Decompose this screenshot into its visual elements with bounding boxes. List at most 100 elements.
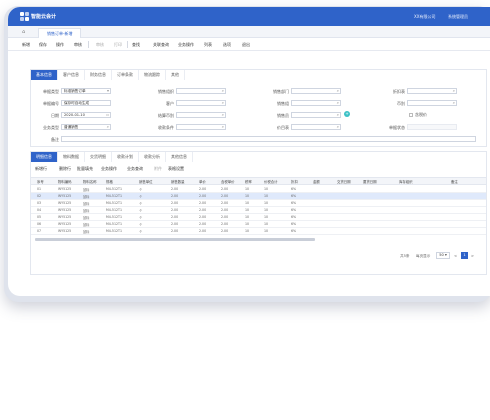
options-button[interactable]: 选项 (223, 42, 231, 48)
col-header[interactable]: 要货日期 (363, 179, 377, 184)
tab-customer-info[interactable]: 客户信息 (58, 70, 85, 80)
cell-spec[interactable]: M4-512T1 (106, 208, 122, 212)
cell-total[interactable]: 10 (264, 194, 268, 198)
cell-row-no[interactable]: 01 (37, 187, 41, 191)
cell-qty[interactable]: 2.00 (171, 201, 178, 205)
cell-qty[interactable]: 2.00 (171, 222, 178, 226)
customer-field[interactable]: ⌕ (176, 100, 226, 106)
cell-material-code[interactable]: WY5125 (58, 229, 71, 233)
user-name[interactable]: 系统管理员 (448, 14, 468, 20)
col-header[interactable]: 税率 (245, 179, 252, 184)
related-query-button[interactable]: 关联查询 (153, 42, 169, 48)
discount-list-field[interactable]: ⌕ (407, 88, 457, 94)
remark-field[interactable] (61, 136, 476, 142)
col-header[interactable]: 备注 (451, 179, 458, 184)
table-row[interactable]: 05 WY5125 鼠标 M4-512T1 个 2.00 2.00 2.00 10 10 6% (31, 214, 486, 221)
table-row[interactable]: 04 WY5125 鼠标 M4-512T1 个 2.00 2.00 2.00 10 10 6% (31, 207, 486, 214)
cell-tax-price[interactable]: 2.00 (221, 201, 228, 205)
bill-type-select[interactable]: 标准销售订单 ▾ (61, 88, 111, 94)
cell-material-code[interactable]: WY5125 (58, 215, 71, 219)
cell-tax-rate[interactable]: 10 (245, 201, 249, 205)
cell-tax-rate[interactable]: 10 (245, 215, 249, 219)
save-button[interactable]: 保存 (39, 42, 47, 48)
cell-qty[interactable]: 2.00 (171, 229, 178, 233)
cell-spec[interactable]: M4-512T1 (106, 194, 122, 198)
cell-unit[interactable]: 个 (139, 222, 142, 227)
business-op-button[interactable]: 业务操作 (101, 166, 117, 172)
cell-material-name[interactable]: 鼠标 (83, 187, 89, 192)
tab-receipt-plan[interactable]: 收款计划 (112, 152, 139, 162)
cell-tax-rate[interactable]: 10 (245, 222, 249, 226)
cell-qty[interactable]: 2.00 (171, 208, 178, 212)
col-header[interactable]: 价税合计 (264, 179, 278, 184)
cell-tax-price[interactable]: 2.00 (221, 208, 228, 212)
cell-tax-price[interactable]: 2.00 (221, 222, 228, 226)
cell-discount[interactable]: 6% (291, 208, 296, 212)
add-icon[interactable]: + (344, 111, 350, 117)
cell-material-name[interactable]: 鼠标 (83, 215, 89, 220)
bill-no-field[interactable]: 保存时自动生成 (61, 100, 111, 106)
list-button[interactable]: 列表 (204, 42, 212, 48)
cell-unit[interactable]: 个 (139, 208, 142, 213)
cell-spec[interactable]: M4-512T1 (106, 229, 122, 233)
cell-discount[interactable]: 6% (291, 215, 296, 219)
col-header[interactable]: 含税单价 (221, 179, 235, 184)
cell-tax-rate[interactable]: 10 (245, 208, 249, 212)
delete-row-button[interactable]: 删除行 (59, 166, 71, 172)
col-header[interactable]: 规格 (106, 179, 113, 184)
exit-button[interactable]: 退出 (242, 42, 250, 48)
date-field[interactable]: 2020-01-10 ▫ (61, 112, 111, 118)
add-row-button[interactable]: 新增行 (35, 166, 47, 172)
col-header[interactable]: 物料编码 (58, 179, 72, 184)
attachment-button[interactable]: 附件 (154, 166, 162, 172)
cell-price[interactable]: 2.00 (199, 215, 206, 219)
sales-dept-field[interactable]: ⌕ (291, 88, 341, 94)
new-button[interactable]: 新增 (22, 42, 30, 48)
grid-settings-button[interactable]: 表格设置 (168, 166, 184, 172)
horizontal-scrollbar[interactable] (35, 238, 315, 241)
cell-material-name[interactable]: 鼠标 (83, 222, 89, 227)
currency-field[interactable]: ⌕ (407, 100, 457, 106)
cell-material-name[interactable]: 鼠标 (83, 201, 89, 206)
cell-tax-rate[interactable]: 10 (245, 229, 249, 233)
cell-total[interactable]: 10 (264, 208, 268, 212)
cell-unit[interactable]: 个 (139, 201, 142, 206)
col-header[interactable]: 库存组织 (399, 179, 413, 184)
cell-material-code[interactable]: WY5125 (58, 187, 71, 191)
cell-material-name[interactable]: 鼠标 (83, 194, 89, 199)
cell-total[interactable]: 10 (264, 229, 268, 233)
col-header[interactable]: 交货日期 (337, 179, 351, 184)
company-name[interactable]: XX有限公司 (414, 14, 435, 20)
tab-basic-info[interactable]: 基本信息 (31, 70, 58, 80)
cell-row-no[interactable]: 05 (37, 215, 41, 219)
cell-tax-price[interactable]: 2.00 (221, 187, 228, 191)
tab-sales-order[interactable]: 销售订单-新增 (38, 28, 82, 38)
find-button[interactable]: 查找 (132, 42, 140, 48)
biz-type-field[interactable]: 普通销售 ⌕ (61, 124, 111, 130)
tab-order-terms[interactable]: 订单条款 (112, 70, 139, 80)
sales-group-field[interactable]: ⌕ (291, 100, 341, 106)
cell-discount[interactable]: 6% (291, 222, 296, 226)
cell-material-name[interactable]: 鼠标 (83, 229, 89, 234)
cell-total[interactable]: 10 (264, 201, 268, 205)
prev-page-icon[interactable]: < (454, 254, 457, 258)
business-query-button[interactable]: 业务查询 (127, 166, 143, 172)
audit-button[interactable]: 审核 (74, 42, 82, 48)
cell-row-no[interactable]: 02 (37, 194, 41, 198)
cell-total[interactable]: 10 (264, 222, 268, 226)
cell-spec[interactable]: M4-512T1 (106, 201, 122, 205)
cell-price[interactable]: 2.00 (199, 208, 206, 212)
home-icon[interactable]: ⌂ (22, 29, 25, 35)
cell-spec[interactable]: M4-512T1 (106, 222, 122, 226)
current-page[interactable]: 1 (461, 252, 468, 259)
cell-unit[interactable]: 个 (139, 194, 142, 199)
cell-tax-rate[interactable]: 10 (245, 187, 249, 191)
settle-currency-field[interactable]: ⌕ (176, 112, 226, 118)
cell-price[interactable]: 2.00 (199, 201, 206, 205)
cell-discount[interactable]: 6% (291, 187, 296, 191)
tab-detail-info[interactable]: 明细信息 (31, 152, 58, 162)
cell-row-no[interactable]: 03 (37, 201, 41, 205)
cell-row-no[interactable]: 07 (37, 229, 41, 233)
tab-logistics[interactable]: 物流跟踪 (139, 70, 166, 80)
cell-price[interactable]: 2.00 (199, 229, 206, 233)
